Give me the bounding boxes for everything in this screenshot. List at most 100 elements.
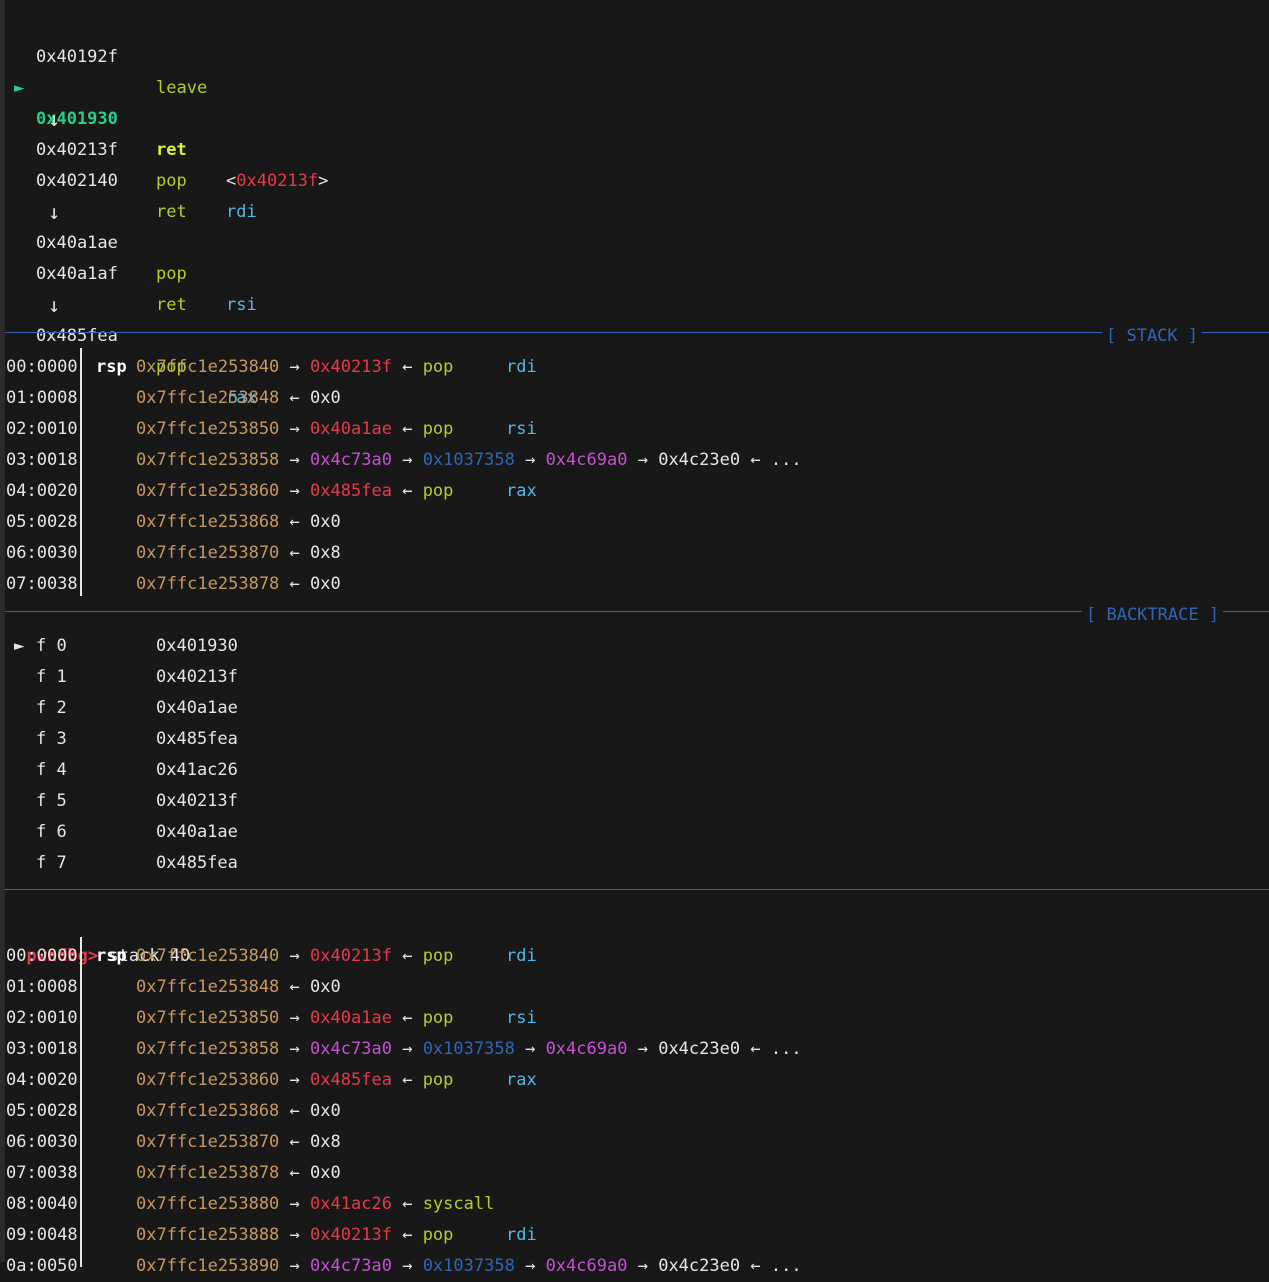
disasm-line: 0x485fea pop rax	[0, 290, 1269, 408]
dereference-chain: 0x7ffc1e253870 ← 0x8	[136, 538, 341, 569]
frame-address: 0x40a1ae	[156, 822, 238, 842]
disasm-line: 0x402140 ret	[0, 135, 1269, 222]
pointer-value: 0x4c23e0	[658, 1256, 741, 1276]
command-line[interactable]: pwndbg> stack 40	[6, 910, 190, 966]
stack-row: 00:0000 rsp 0x7ffc1e253840 → 0x40213f ← po…	[0, 941, 1269, 972]
dereference-chain: 0x7ffc1e253840 → 0x40213f ← pop rdi	[136, 941, 537, 972]
gadget-mnemonic: pop	[422, 419, 454, 439]
deref-arrow-icon: →	[525, 1039, 536, 1059]
stack-offset: 03:0018	[6, 450, 78, 470]
stack-offset: 01:0008	[6, 388, 78, 408]
dereference-chain: 0x7ffc1e253850 → 0x40a1ae ← pop rsi	[136, 414, 537, 445]
backtrace-frame: f 4 0x41ac26	[0, 755, 1269, 786]
deref-arrow-icon: ←	[750, 450, 761, 470]
dereference-chain: 0x7ffc1e253858 → 0x4c73a0 → 0x1037358 → …	[136, 445, 802, 476]
stack-offset: 03:0018	[6, 1039, 78, 1059]
frame-address: 0x485fea	[156, 853, 238, 873]
stack-section-title: [ STACK ]	[1102, 326, 1203, 346]
deref-arrow-icon: ←	[402, 481, 413, 501]
frame-index: f 7	[36, 853, 67, 873]
code-pointer: 0x40a1ae	[310, 1008, 392, 1028]
stack-address: 0x7ffc1e253868	[136, 1101, 280, 1121]
gadget-mnemonic: pop	[422, 1008, 454, 1028]
pointer-value: 0x4c69a0	[545, 450, 628, 470]
deref-arrow-icon: →	[637, 1256, 648, 1276]
gadget-mnemonic: pop	[422, 1070, 454, 1090]
dereference-chain: 0x7ffc1e253878 ← 0x0	[136, 569, 341, 600]
gadget-mnemonic: pop	[422, 481, 454, 501]
code-pointer: 0x40213f	[310, 357, 392, 377]
pointer-value: 0x4c73a0	[310, 1039, 392, 1059]
gadget-mnemonic: pop	[422, 1225, 454, 1245]
stack-address: 0x7ffc1e253850	[136, 419, 280, 439]
stack-offset: 05:0028	[6, 1101, 78, 1121]
deref-arrow-icon: →	[289, 1256, 300, 1276]
pointer-value: 0x4c69a0	[545, 1256, 628, 1276]
deref-arrow-icon: ←	[289, 543, 300, 563]
deref-arrow-icon: →	[289, 1225, 300, 1245]
disasm-line: 0x40a1ae pop rsi	[0, 197, 1269, 315]
gadget-operand: rsi	[506, 1008, 537, 1028]
gadget-operand: rdi	[506, 1225, 537, 1245]
stack-address: 0x7ffc1e253870	[136, 543, 280, 563]
stack-row: 05:0028 0x7ffc1e253868 ← 0x0	[0, 507, 1269, 538]
disasm-line: 0x40213f pop rdi	[0, 104, 1269, 222]
gadget-mnemonic: pop	[422, 946, 454, 966]
stack-row: 04:0020 0x7ffc1e253860 → 0x485fea ← pop ra…	[0, 1065, 1269, 1096]
stack-row: 08:0040 0x7ffc1e253880 → 0x41ac26 ← sysca…	[0, 1189, 1269, 1220]
dereference-chain: 0x7ffc1e253878 ← 0x0	[136, 1158, 341, 1189]
context-end-divider	[5, 889, 1269, 890]
pointer-value: 0x4c69a0	[545, 1039, 628, 1059]
pointer-value: 0x4c23e0	[658, 450, 741, 470]
pointer-value: 0x1037358	[422, 1039, 515, 1059]
stack-address: 0x7ffc1e253880	[136, 1194, 280, 1214]
dereference-chain: 0x7ffc1e253840 → 0x40213f ← pop rdi	[136, 352, 537, 383]
stack-offset: 00:0000	[6, 946, 78, 966]
deref-arrow-icon: →	[289, 481, 300, 501]
register-label: rsp	[96, 357, 127, 377]
stack-offset: 04:0020	[6, 481, 78, 501]
stack-address: 0x7ffc1e253850	[136, 1008, 280, 1028]
stack-row: 06:0030 0x7ffc1e253870 ← 0x8	[0, 1127, 1269, 1158]
stack-address: 0x7ffc1e253848	[136, 388, 280, 408]
deref-arrow-icon: →	[402, 450, 413, 470]
frame-index: f 1	[36, 667, 67, 687]
stack-row: 05:0028 0x7ffc1e253868 ← 0x0	[0, 1096, 1269, 1127]
stack-value: 0x0	[310, 388, 341, 408]
dereference-chain: 0x7ffc1e253868 ← 0x0	[136, 1096, 341, 1127]
dereference-chain: 0x7ffc1e253850 → 0x40a1ae ← pop rsi	[136, 1003, 537, 1034]
gadget-operand: rdi	[506, 946, 537, 966]
frame-index: f 2	[36, 698, 67, 718]
dereference-chain: 0x7ffc1e253880 → 0x41ac26 ← syscall	[136, 1189, 494, 1220]
frame-index: f 0	[36, 636, 67, 656]
stack-row: 06:0030 0x7ffc1e253870 ← 0x8	[0, 538, 1269, 569]
stack-value: 0x0	[310, 512, 341, 532]
deref-arrow-icon: →	[289, 1194, 300, 1214]
deref-arrow-icon: ←	[402, 1194, 413, 1214]
deref-arrow-icon: ←	[289, 512, 300, 532]
stack-offset: 07:0038	[6, 574, 78, 594]
stack-address: 0x7ffc1e253878	[136, 574, 280, 594]
deref-arrow-icon: ←	[402, 946, 413, 966]
frame-index: f 6	[36, 822, 67, 842]
stack-offset: 06:0030	[6, 543, 78, 563]
gadget-mnemonic: pop	[422, 357, 454, 377]
disasm-line: 0x40a1af ret	[0, 228, 1269, 315]
deref-arrow-icon: →	[402, 1256, 413, 1276]
stack-row: 03:0018 0x7ffc1e253858 → 0x4c73a0 → 0x103…	[0, 1034, 1269, 1065]
frame-index: f 3	[36, 729, 67, 749]
deref-arrow-icon: ←	[750, 1039, 761, 1059]
backtrace-frame: f 2 0x40a1ae	[0, 693, 1269, 724]
backtrace-frame: f 5 0x40213f	[0, 786, 1269, 817]
stack-address: 0x7ffc1e253840	[136, 357, 280, 377]
pointer-value: 0x4c73a0	[310, 1256, 392, 1276]
frame-index: f 5	[36, 791, 67, 811]
chain-ellipsis: ...	[770, 450, 802, 470]
deref-arrow-icon: →	[289, 450, 300, 470]
stack-offset: 01:0008	[6, 977, 78, 997]
deref-arrow-icon: →	[402, 1039, 413, 1059]
chain-ellipsis: ...	[770, 1256, 802, 1276]
stack-row: 01:0008 0x7ffc1e253848 ← 0x0	[0, 383, 1269, 414]
stack-value: 0x8	[310, 1132, 341, 1152]
stack-address: 0x7ffc1e253848	[136, 977, 280, 997]
